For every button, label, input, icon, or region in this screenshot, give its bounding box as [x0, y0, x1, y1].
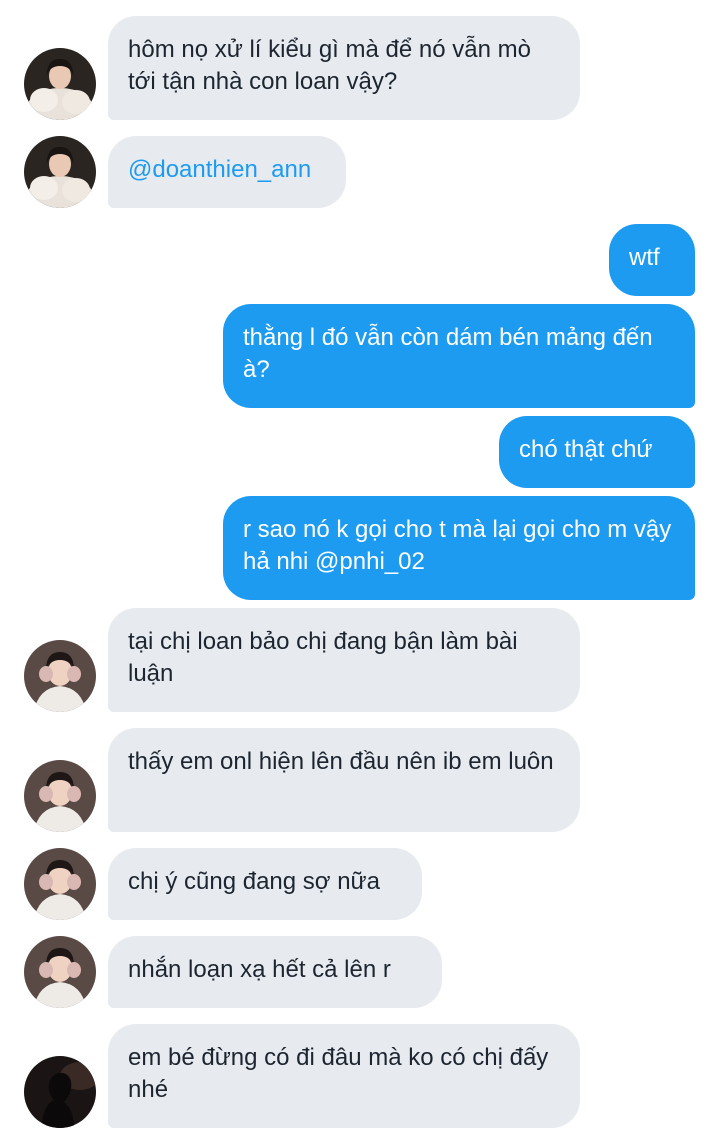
avatar-white-fur-icon[interactable] — [24, 136, 96, 208]
message-bubble[interactable]: tại chị loan bảo chị đang bận làm bài lu… — [108, 608, 580, 712]
message-text: thấy em onl hiện lên đầu nên ib em luôn — [128, 748, 554, 775]
message-text: chó thật chứ — [519, 436, 653, 463]
avatar-earmuffs-icon[interactable] — [24, 760, 96, 832]
mention-link[interactable]: @doanthien_ann — [128, 156, 311, 183]
message-bubble[interactable]: em bé đừng có đi đâu mà ko có chị đấy nh… — [108, 1024, 580, 1128]
avatar-earmuffs-icon[interactable] — [24, 640, 96, 712]
message-bubble[interactable]: chó thật chứ — [499, 416, 695, 488]
message-bubble[interactable]: chị ý cũng đang sợ nữa — [108, 848, 422, 920]
message-bubble[interactable]: thấy em onl hiện lên đầu nên ib em luôn — [108, 728, 580, 832]
avatar-earmuffs-icon[interactable] — [24, 848, 96, 920]
message-row: r sao nó k gọi cho t mà lại gọi cho m vậ… — [0, 496, 719, 600]
message-row: chị ý cũng đang sợ nữa — [0, 848, 719, 920]
message-row: thằng l đó vẫn còn dám bén mảng đến à? — [0, 304, 719, 408]
message-row: hôm nọ xử lí kiểu gì mà để nó vẫn mò tới… — [0, 16, 719, 120]
message-row: tại chị loan bảo chị đang bận làm bài lu… — [0, 608, 719, 712]
message-bubble[interactable]: hôm nọ xử lí kiểu gì mà để nó vẫn mò tới… — [108, 16, 580, 120]
message-bubble[interactable]: thằng l đó vẫn còn dám bén mảng đến à? — [223, 304, 695, 408]
message-row: wtf — [0, 224, 719, 296]
message-text: r sao nó k gọi cho t mà lại gọi cho m vậ… — [243, 516, 672, 575]
message-text: thằng l đó vẫn còn dám bén mảng đến à? — [243, 324, 653, 383]
message-bubble[interactable]: r sao nó k gọi cho t mà lại gọi cho m vậ… — [223, 496, 695, 600]
message-bubble[interactable]: wtf — [609, 224, 695, 296]
dm-conversation: hôm nọ xử lí kiểu gì mà để nó vẫn mò tới… — [0, 0, 719, 1138]
message-text: wtf — [629, 244, 660, 271]
avatar-silhouette-icon[interactable] — [24, 1056, 96, 1128]
message-row: nhắn loạn xạ hết cả lên r — [0, 936, 719, 1008]
avatar-earmuffs-icon[interactable] — [24, 936, 96, 1008]
message-row: em bé đừng có đi đâu mà ko có chị đấy nh… — [0, 1024, 719, 1128]
message-bubble[interactable]: @doanthien_ann — [108, 136, 346, 208]
avatar-white-fur-icon[interactable] — [24, 48, 96, 120]
message-text: chị ý cũng đang sợ nữa — [128, 868, 380, 895]
message-row: thấy em onl hiện lên đầu nên ib em luôn — [0, 728, 719, 832]
message-text: nhắn loạn xạ hết cả lên r — [128, 956, 391, 983]
message-row: @doanthien_ann — [0, 136, 719, 208]
message-row: chó thật chứ — [0, 416, 719, 488]
message-bubble[interactable]: nhắn loạn xạ hết cả lên r — [108, 936, 442, 1008]
message-text: tại chị loan bảo chị đang bận làm bài lu… — [128, 628, 518, 687]
message-text: em bé đừng có đi đâu mà ko có chị đấy nh… — [128, 1044, 549, 1103]
message-text: hôm nọ xử lí kiểu gì mà để nó vẫn mò tới… — [128, 36, 531, 95]
